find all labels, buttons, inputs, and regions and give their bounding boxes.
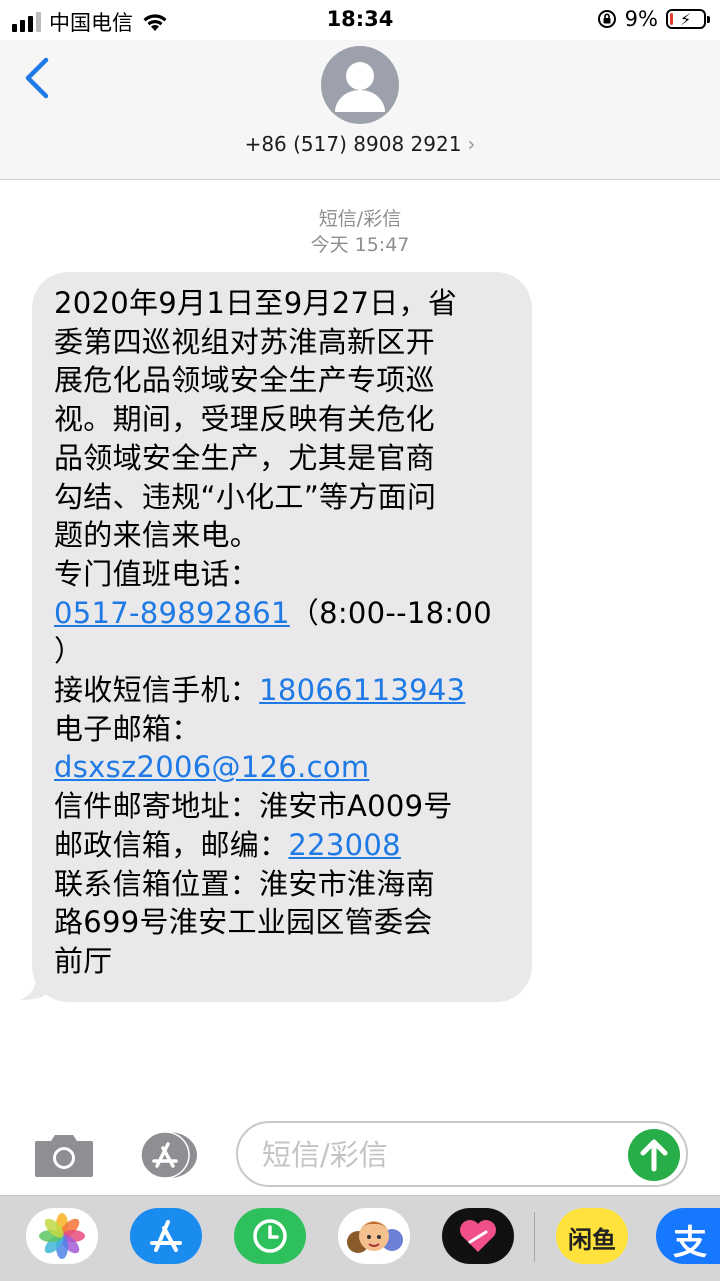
xianyu-app-icon[interactable]: 闲鱼 bbox=[556, 1208, 628, 1264]
screen-time-app-icon[interactable] bbox=[234, 1208, 306, 1264]
message-line-text: 品领域安全生产，尤其是官商 bbox=[54, 440, 435, 475]
message-line-text: 展危化品领域安全生产专项巡 bbox=[54, 363, 435, 398]
send-button[interactable] bbox=[628, 1129, 680, 1181]
message-line-text: 专门值班电话： bbox=[54, 556, 260, 591]
orientation-lock-icon bbox=[597, 10, 616, 28]
message-bubble[interactable]: 2020年9月1日至9月27日，省 委第四巡视组对苏淮高新区开 展危化品领域安全生产… bbox=[32, 272, 532, 1002]
message-line: 邮政信箱，邮编：223008 bbox=[54, 826, 510, 865]
conversation-header: +86 (517) 8908 2921 › bbox=[0, 40, 720, 180]
contact-number-button[interactable]: +86 (517) 8908 2921 › bbox=[0, 132, 720, 156]
message-line: 勾结、违规“小化工”等方面问 bbox=[54, 478, 510, 517]
status-right: 9% ⚡ bbox=[597, 7, 710, 31]
back-icon[interactable] bbox=[22, 56, 52, 100]
message-line-text: 前厅 bbox=[54, 943, 113, 978]
battery-fill bbox=[670, 13, 673, 25]
chevron-right-icon: › bbox=[467, 132, 476, 156]
message-line-text: 题的来信来电。 bbox=[54, 518, 260, 553]
message-line: 路699号淮安工业园区管委会 bbox=[54, 903, 510, 942]
message-text: 2020年9月1日至9月27日，省 委第四巡视组对苏淮高新区开 展危化品领域安全生产… bbox=[54, 284, 510, 981]
battery-icon: ⚡ bbox=[666, 9, 710, 29]
message-link[interactable]: 223008 bbox=[288, 828, 401, 862]
app-store-icon[interactable] bbox=[135, 1131, 199, 1179]
message-line: 委第四巡视组对苏淮高新区开 bbox=[54, 323, 510, 362]
contact-number: +86 (517) 8908 2921 bbox=[244, 132, 462, 156]
message-line-text: ） bbox=[54, 634, 84, 669]
app-drawer: 闲鱼 支 bbox=[0, 1195, 720, 1281]
message-line-text: 邮政信箱，邮编： bbox=[54, 827, 289, 862]
message-link[interactable]: 18066113943 bbox=[259, 673, 465, 707]
message-input[interactable] bbox=[260, 1133, 624, 1177]
message-link[interactable]: dsxsz2006@126.com bbox=[54, 750, 369, 784]
message-line: 题的来信来电。 bbox=[54, 516, 510, 555]
message-line-text: 路699号淮安工业园区管委会 bbox=[54, 905, 433, 940]
message-line: 联系信箱位置：淮安市淮海南 bbox=[54, 865, 510, 904]
message-line: 视。期间，受理反映有关危化 bbox=[54, 400, 510, 439]
message-line-text: 委第四巡视组对苏淮高新区开 bbox=[54, 324, 435, 359]
drawer-separator bbox=[534, 1212, 535, 1262]
battery-percent: 9% bbox=[624, 7, 658, 31]
message-line-text: 电子邮箱： bbox=[54, 711, 201, 746]
message-line: 接收短信手机：18066113943 bbox=[54, 671, 510, 710]
app-store-app-icon[interactable] bbox=[130, 1208, 202, 1264]
message-line: 品领域安全生产，尤其是官商 bbox=[54, 439, 510, 478]
message-line: ） bbox=[54, 632, 510, 671]
message-line: 信件邮寄地址：淮安市A009号 bbox=[54, 787, 510, 826]
alipay-app-label: 支 bbox=[673, 1223, 707, 1263]
message-input-box[interactable] bbox=[236, 1121, 688, 1187]
message-line-text: （8:00--18:00 bbox=[289, 595, 493, 630]
message-line: dsxsz2006@126.com bbox=[54, 748, 510, 787]
message-line-text: 2020年9月1日至9月27日，省 bbox=[54, 286, 458, 320]
message-line-text: 勾结、违规“小化工”等方面问 bbox=[54, 479, 437, 514]
alipay-app-icon[interactable]: 支 bbox=[656, 1208, 720, 1264]
message-line: 展危化品领域安全生产专项巡 bbox=[54, 361, 510, 400]
message-timestamp: 今天 15:47 bbox=[310, 234, 410, 256]
message-line: 专门值班电话： bbox=[54, 555, 510, 594]
send-arrow-icon bbox=[640, 1139, 668, 1172]
avatar-icon[interactable] bbox=[321, 46, 399, 124]
photos-app-icon[interactable] bbox=[26, 1208, 98, 1264]
message-type-label: 短信/彩信 bbox=[318, 208, 402, 230]
heart-app-icon[interactable] bbox=[442, 1208, 514, 1264]
message-line: 0517-89892861（8:00--18:00 bbox=[54, 594, 510, 633]
message-line-text: 接收短信手机： bbox=[54, 673, 260, 708]
message-line-text: 联系信箱位置：淮安市淮海南 bbox=[54, 866, 435, 901]
message-line: 2020年9月1日至9月27日，省 bbox=[54, 284, 510, 323]
message-line-text: 信件邮寄地址：淮安市A009号 bbox=[54, 789, 453, 824]
message-line: 电子邮箱： bbox=[54, 710, 510, 749]
message-line: 前厅 bbox=[54, 942, 510, 981]
memoji-app-icon[interactable] bbox=[338, 1208, 410, 1264]
xianyu-app-label: 闲鱼 bbox=[568, 1226, 616, 1254]
message-link[interactable]: 0517-89892861 bbox=[54, 596, 290, 630]
message-line-text: 视。期间，受理反映有关危化 bbox=[54, 402, 435, 437]
status-bar: 中国电信 18:34 9% ⚡ bbox=[0, 0, 720, 40]
camera-icon[interactable] bbox=[33, 1131, 95, 1179]
